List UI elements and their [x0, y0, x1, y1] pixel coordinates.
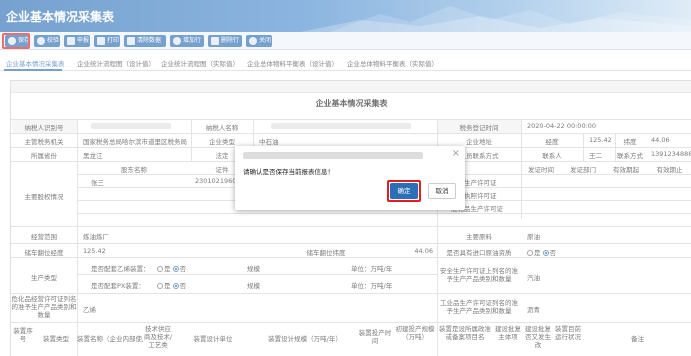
- dialog-title-blurred: [243, 152, 423, 159]
- dialog-ok-button[interactable]: 确定: [390, 183, 418, 199]
- dialog-cancel-button[interactable]: 取消: [428, 183, 456, 199]
- dialog-close-icon[interactable]: ×: [452, 148, 460, 159]
- confirm-dialog: × 请确认是否保存当前报表信息！ 确定 取消: [235, 146, 465, 210]
- dialog-message: 请确认是否保存当前报表信息！: [243, 168, 334, 176]
